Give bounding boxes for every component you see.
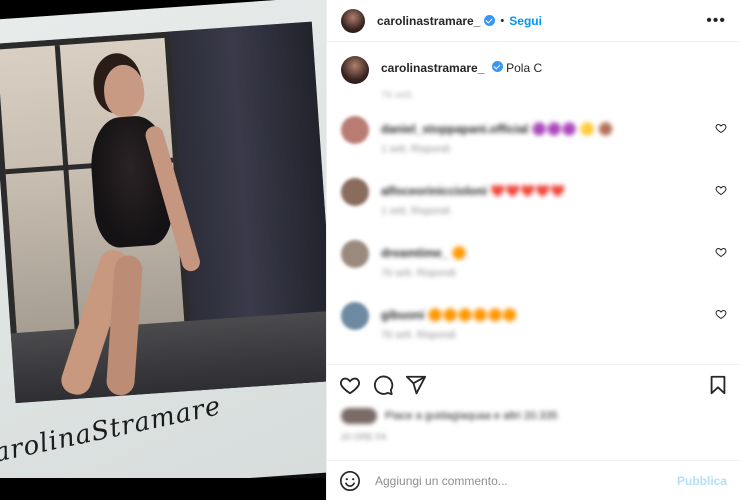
heart-icon[interactable] bbox=[339, 374, 361, 396]
post-header: carolinastramare_ • Segui ••• bbox=[327, 0, 740, 42]
likers-avatars bbox=[341, 408, 377, 424]
comment-meta[interactable]: 76 sett. Rispondi bbox=[381, 268, 456, 279]
polaroid-frame: CarolinaStramare bbox=[0, 0, 326, 498]
comment-text: 🟠🟠🟠🟠🟠🟠 bbox=[427, 308, 518, 322]
like-comment-heart-icon[interactable] bbox=[715, 308, 727, 320]
comment-avatar[interactable] bbox=[341, 240, 369, 268]
verified-badge-icon bbox=[491, 61, 503, 72]
likes-text: Piace a guidagiaquaa e altri 20.335 bbox=[385, 410, 558, 422]
follow-button[interactable]: Segui bbox=[509, 14, 542, 28]
comment-item: gibuoni 🟠🟠🟠🟠🟠🟠 76 sett. Rispondi bbox=[341, 302, 727, 352]
comment-icon[interactable] bbox=[372, 374, 394, 396]
post-actions bbox=[327, 364, 740, 400]
caption: carolinastramare_ Pola C bbox=[327, 42, 740, 84]
likes-summary[interactable]: Piace a guidagiaquaa e altri 20.335 bbox=[341, 402, 557, 430]
comment-text: ❤️❤️❤️❤️❤️ bbox=[490, 184, 566, 198]
comment-avatar[interactable] bbox=[341, 178, 369, 206]
comment-username[interactable]: gibuoni bbox=[381, 308, 424, 322]
caption-username[interactable]: carolinastramare_ bbox=[381, 61, 484, 75]
media-letterbox-bottom bbox=[0, 478, 326, 500]
caption-text: Pola C bbox=[506, 61, 543, 75]
comment-item: daniel_stoppapani.official 🟣🟣🟣 🟡 🟤 1 set… bbox=[341, 116, 727, 166]
post-photo bbox=[0, 21, 326, 404]
like-comment-heart-icon[interactable] bbox=[715, 122, 727, 134]
comment-input[interactable] bbox=[373, 472, 667, 489]
comment-text: 🟣🟣🟣 🟡 🟤 bbox=[531, 122, 614, 136]
post-side-panel: carolinastramare_ • Segui ••• carolinast… bbox=[326, 0, 740, 500]
comment-meta[interactable]: 1 sett. Rispondi bbox=[381, 144, 450, 155]
comment-text: 🟠 bbox=[451, 246, 467, 260]
author-avatar[interactable] bbox=[341, 8, 365, 33]
post-date: 20 ORE FA bbox=[341, 432, 387, 442]
bookmark-icon[interactable] bbox=[707, 374, 729, 396]
smiley-icon[interactable] bbox=[339, 470, 361, 492]
share-icon[interactable] bbox=[405, 374, 427, 396]
comment-username[interactable]: daniel_stoppapani.official bbox=[381, 122, 528, 136]
photo-subject bbox=[57, 50, 215, 399]
comment-item: dreamtime_ 🟠 76 sett. Rispondi bbox=[341, 240, 727, 290]
separator-dot: • bbox=[500, 14, 505, 27]
comment-username[interactable]: alfoceoriniccioloni bbox=[381, 184, 487, 198]
like-comment-heart-icon[interactable] bbox=[715, 246, 727, 258]
add-comment-bar: Pubblica bbox=[327, 460, 740, 500]
comment-meta[interactable]: 76 sett. Rispondi bbox=[381, 330, 456, 341]
caption-avatar[interactable] bbox=[341, 56, 369, 84]
like-comment-heart-icon[interactable] bbox=[715, 184, 727, 196]
verified-badge-icon bbox=[484, 15, 496, 26]
comment-username[interactable]: dreamtime_ bbox=[381, 246, 448, 260]
comment-item: alfoceoriniccioloni ❤️❤️❤️❤️❤️ 1 sett. R… bbox=[341, 178, 727, 228]
comments-list[interactable]: carolinastramare_ Pola C 76 sett. daniel… bbox=[327, 42, 740, 364]
comment-avatar[interactable] bbox=[341, 116, 369, 144]
comment-avatar[interactable] bbox=[341, 302, 369, 330]
post-media[interactable]: CarolinaStramare bbox=[0, 0, 326, 500]
comment-meta[interactable]: 1 sett. Rispondi bbox=[381, 206, 450, 217]
caption-timestamp: 76 sett. bbox=[381, 90, 414, 101]
more-options-icon[interactable]: ••• bbox=[706, 12, 726, 30]
publish-button[interactable]: Pubblica bbox=[677, 474, 727, 488]
author-username[interactable]: carolinastramare_ bbox=[377, 14, 480, 28]
